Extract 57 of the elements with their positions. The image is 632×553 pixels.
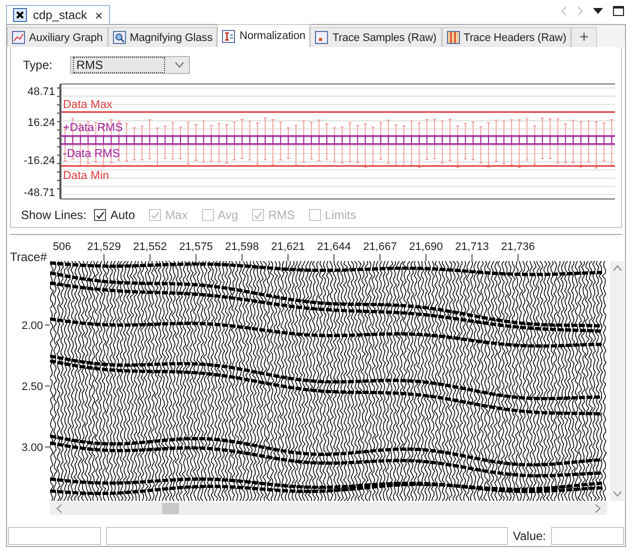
editor-tab[interactable]: cdp_stack × bbox=[6, 5, 110, 24]
x-tick-label: 21,736 bbox=[501, 241, 535, 253]
document-icon bbox=[13, 8, 27, 22]
vertical-scrollbar[interactable] bbox=[610, 261, 624, 501]
x-tick-label: 21,598 bbox=[225, 241, 259, 253]
check-icon bbox=[150, 210, 160, 220]
y-tick-label: -48.71 bbox=[24, 187, 55, 199]
view-tab[interactable]: Trace Headers (Raw) bbox=[442, 27, 572, 47]
horizontal-scrollbar[interactable] bbox=[50, 502, 607, 515]
value-label: Value: bbox=[512, 529, 546, 543]
x-tick-label: 21,713 bbox=[455, 241, 489, 253]
scroll-up-icon[interactable] bbox=[612, 265, 622, 271]
view-tab[interactable]: Normalization bbox=[217, 24, 310, 47]
line-label: +Data RMS bbox=[63, 122, 123, 134]
line-label: Data Min bbox=[63, 170, 110, 182]
type-dropdown[interactable]: RMS bbox=[70, 56, 190, 74]
bracket-icon bbox=[222, 30, 236, 42]
line-label: -Data RMS bbox=[63, 148, 120, 160]
columns-icon bbox=[446, 31, 460, 44]
add-tab-button[interactable]: + bbox=[571, 27, 597, 47]
x-tick-label: 21,552 bbox=[133, 241, 167, 253]
tab-title: cdp_stack bbox=[33, 8, 88, 22]
y-tick-label: 48.71 bbox=[27, 86, 55, 98]
view-tab[interactable]: Auxiliary Graph bbox=[7, 27, 108, 47]
view-tab[interactable]: Trace Samples (Raw) bbox=[310, 27, 442, 47]
samples-icon bbox=[315, 31, 328, 44]
y-tick-label: 2.00 bbox=[22, 320, 43, 332]
dropdown-icon[interactable] bbox=[593, 8, 603, 14]
check-icon bbox=[253, 210, 264, 220]
y-tick-label: -16.24 bbox=[24, 155, 55, 167]
scroll-thumb[interactable] bbox=[162, 503, 179, 514]
nav-arrows-icon[interactable] bbox=[561, 6, 583, 16]
x-tick-label: 21,690 bbox=[409, 241, 443, 253]
graph-icon bbox=[12, 31, 25, 44]
axis-title: Trace# bbox=[10, 250, 47, 264]
view-tab[interactable]: Magnifying Glass bbox=[108, 27, 218, 47]
x-tick-label: 21,621 bbox=[271, 241, 305, 253]
scroll-down-icon[interactable] bbox=[612, 491, 622, 497]
show-lines-label: Show Lines: bbox=[21, 208, 86, 222]
x-tick-label: 21,644 bbox=[317, 241, 351, 253]
x-tick-label: 21,529 bbox=[87, 241, 121, 253]
maximize-icon[interactable] bbox=[613, 6, 624, 16]
check-icon bbox=[95, 210, 106, 220]
line-label: Data Max bbox=[63, 99, 112, 111]
y-tick-label: 16.24 bbox=[27, 117, 55, 129]
x-tick-label: 21,667 bbox=[363, 241, 397, 253]
scroll-right-icon[interactable] bbox=[595, 504, 601, 513]
y-tick-label: 2.50 bbox=[22, 381, 43, 393]
scroll-left-icon[interactable] bbox=[56, 504, 62, 513]
chevron-icon bbox=[175, 62, 184, 68]
x-tick-label: 21,575 bbox=[179, 241, 213, 253]
magnifier-icon bbox=[112, 31, 126, 44]
x-tick-label: 506 bbox=[52, 241, 72, 253]
type-label: Type: bbox=[23, 58, 52, 72]
close-icon[interactable]: × bbox=[95, 8, 103, 22]
y-tick-label: 3.00 bbox=[22, 442, 43, 454]
checkbox[interactable]: Auto bbox=[94, 208, 136, 222]
